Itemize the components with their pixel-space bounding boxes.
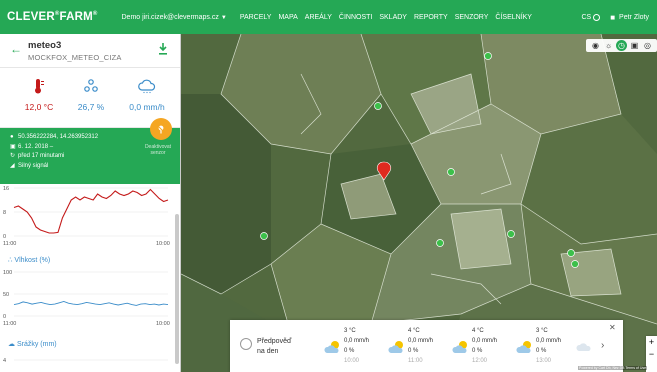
- nav-ciselniky[interactable]: ČÍSELNÍKY: [495, 14, 532, 21]
- deactivate-sensor-button[interactable]: [150, 118, 172, 140]
- y-tick-label: 50: [3, 292, 9, 298]
- cloud-icon: [138, 79, 156, 94]
- map-toolbar: ◉ ☼ ◷ ▣ ◎: [586, 39, 657, 52]
- humidity-small-icon: ∴: [8, 257, 13, 264]
- temperature-chart: 16 8 0 11:00 10:00: [0, 184, 175, 246]
- precipitation-section-title: ☁ Srážky (mm): [8, 341, 57, 348]
- user-icon: ■: [610, 12, 616, 22]
- temperature-chart-svg: 16 8 011:00 10:00: [3, 186, 170, 246]
- sensor-name: meteo3: [28, 40, 62, 51]
- refresh-icon: ↻: [10, 153, 16, 159]
- precipitation-metric: 0,0 mm/h: [122, 78, 172, 112]
- forecast-hour: 3 °C 0,0 mm/h 0 % 13:00: [510, 328, 570, 368]
- location-pin-icon: ●: [10, 134, 14, 140]
- y-tick-label: 0: [3, 234, 6, 240]
- nav-cinnosti[interactable]: ČINNOSTI: [339, 14, 372, 21]
- main-menu: PARCELY MAPA AREÁLY ČINNOSTI SKLADY REPO…: [233, 14, 532, 21]
- top-navigation-bar: CLEVER®FARM® Demo jiri.cizek@clevermaps.…: [0, 0, 657, 34]
- account-selector[interactable]: Demo jiri.cizek@clevermaps.cz ▼: [122, 14, 227, 21]
- y-tick-label: 0: [3, 314, 6, 320]
- download-icon[interactable]: [158, 43, 168, 55]
- partly-sunny-icon: [452, 341, 467, 353]
- precipitation-chart: 4: [0, 350, 175, 372]
- signal-icon[interactable]: ◎: [642, 40, 653, 51]
- panel-scrollbar[interactable]: [175, 214, 179, 364]
- sensor-info-box: ● 50.356222284, 14.263952312 ▣ 6. 12. 2018…: [0, 118, 180, 184]
- pin-off-icon: [156, 124, 166, 134]
- back-arrow-icon[interactable]: ←: [10, 42, 22, 56]
- precipitation-chart-svg: 4: [3, 358, 168, 364]
- y-tick-label: 16: [3, 186, 9, 192]
- deactivate-sensor-label: Deaktivovat senzor: [144, 144, 172, 156]
- nav-reporty[interactable]: REPORTY: [414, 14, 448, 21]
- forecast-hour: 4 °C 0,0 mm/h 0 % 11:00: [382, 328, 442, 368]
- precipitation-value: 0,0 mm/h: [129, 102, 165, 112]
- clock-icon[interactable]: ◷: [616, 40, 627, 51]
- last-update-row: ↻ před 17 minutami: [10, 153, 65, 159]
- nav-parcely[interactable]: PARCELY: [240, 14, 272, 21]
- signal-row: ◢ Silný signál: [10, 163, 49, 169]
- sensor-id: MOCKFOX_METEO_CIZA: [28, 53, 122, 62]
- user-area: CS ■ Petr Zloty: [581, 0, 649, 34]
- language-selector[interactable]: CS: [581, 14, 591, 21]
- partly-sunny-icon: [388, 341, 403, 353]
- calendar-icon: ▣: [10, 144, 16, 150]
- nav-mapa[interactable]: MAPA: [278, 14, 297, 21]
- humidity-chart: 100 50 0 11:00 10:00: [0, 266, 175, 332]
- cloud-small-icon: ☁: [8, 341, 15, 348]
- forecast-hour: 4 °C 0,0 mm/h 0 % 12:00: [446, 328, 506, 368]
- coordinates-row: ● 50.356222284, 14.263952312: [10, 134, 99, 140]
- sensor-detail-panel: ← meteo3 MOCKFOX_METEO_CIZA 12,0 °C 26,7…: [0, 34, 181, 372]
- forecast-label: Předpověď na den: [257, 338, 292, 355]
- forecast-hour: 3 °C 0,0 mm/h 0 % 10:00: [318, 328, 378, 368]
- x-tick-label: 11:00: [3, 321, 16, 327]
- y-tick-label: 100: [3, 270, 12, 276]
- x-tick-label: 10:00: [156, 321, 170, 327]
- user-name[interactable]: Petr Zloty: [619, 14, 649, 21]
- y-tick-label: 4: [3, 358, 6, 364]
- cloud-icon: [576, 343, 591, 351]
- zoom-control: + −: [646, 336, 657, 372]
- partly-sunny-icon: [324, 341, 339, 353]
- nav-sklady[interactable]: SKLADY: [379, 14, 407, 21]
- nav-senzory[interactable]: SENZORY: [455, 14, 489, 21]
- humidity-drops-icon: [84, 79, 98, 92]
- x-tick-label: 11:00: [3, 241, 16, 246]
- sensor-header: ← meteo3 MOCKFOX_METEO_CIZA: [0, 34, 180, 68]
- map-attribution: Powered by Cart Db, Nez DB Terms of Use: [578, 366, 648, 370]
- sensor-metrics: 12,0 °C 26,7 % 0,0 mm/h: [0, 68, 180, 128]
- temperature-value: 12,0 °C: [24, 102, 54, 112]
- chevron-right-icon[interactable]: ›: [601, 340, 604, 351]
- app-logo[interactable]: CLEVER®FARM®: [7, 11, 98, 23]
- humidity-value: 26,7 %: [77, 102, 105, 112]
- close-icon[interactable]: ✕: [609, 323, 616, 332]
- zoom-in-button[interactable]: +: [646, 336, 657, 348]
- series-line: [13, 188, 169, 234]
- thermometer-icon: [35, 79, 44, 94]
- x-tick-label: 10:00: [156, 241, 170, 246]
- temperature-metric: 12,0 °C: [14, 78, 64, 112]
- signal-strength-icon: ◢: [10, 163, 15, 169]
- nav-arealy[interactable]: AREÁLY: [305, 14, 332, 21]
- humidity-metric: 26,7 %: [66, 78, 116, 112]
- calendar-icon[interactable]: ▣: [629, 40, 640, 51]
- date-row: ▣ 6. 12. 2018 –: [10, 144, 54, 150]
- clock-icon: [240, 338, 252, 350]
- zoom-out-button[interactable]: −: [646, 348, 657, 360]
- y-tick-label: 8: [3, 210, 6, 216]
- chevron-down-icon: ▼: [220, 14, 227, 21]
- globe-icon[interactable]: [593, 13, 601, 21]
- brightness-icon[interactable]: ☼: [603, 40, 614, 51]
- humidity-chart-svg: 100 50 011:00 10:00: [3, 270, 170, 327]
- humidity-section-title: ∴ Vlhkost (%): [8, 257, 51, 264]
- series-line: [13, 301, 169, 306]
- visibility-off-icon[interactable]: ◉: [590, 40, 601, 51]
- partly-sunny-icon: [516, 341, 531, 353]
- forecast-panel: Předpověď na den 3 °C 0,0 mm/h 0 % 10:00…: [230, 320, 623, 372]
